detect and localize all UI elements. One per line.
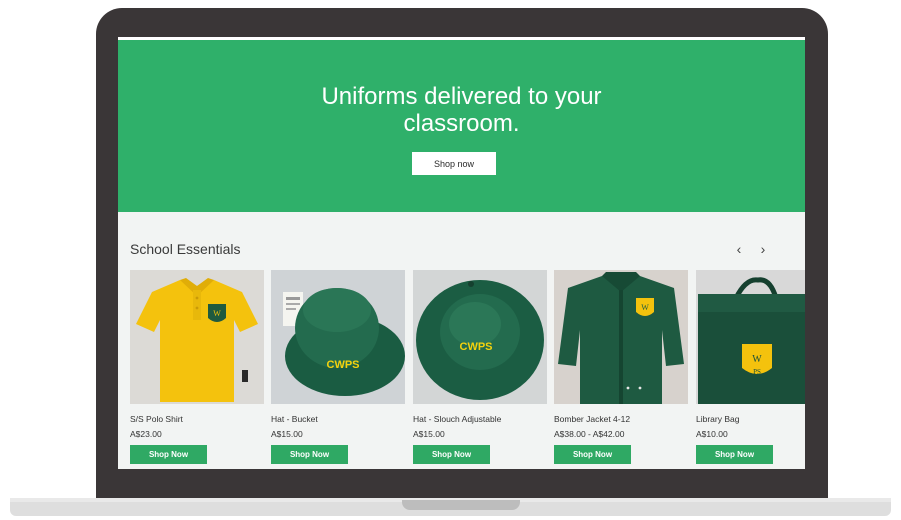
product-image-polo-shirt[interactable]: W bbox=[130, 270, 264, 404]
product-price: A$10.00 bbox=[696, 429, 728, 439]
product-carousel: W S/S Polo Shirt A$23.00 Shop Now CWPS H… bbox=[130, 270, 805, 469]
svg-text:W: W bbox=[752, 354, 762, 365]
laptop-notch bbox=[402, 500, 520, 510]
carousel-prev-icon[interactable]: ‹ bbox=[732, 241, 746, 257]
svg-text:PS: PS bbox=[753, 368, 761, 376]
hat-embroidery: CWPS bbox=[460, 341, 493, 353]
product-shop-now-button[interactable]: Shop Now bbox=[130, 445, 207, 464]
hat-embroidery: CWPS bbox=[327, 359, 360, 371]
product-image-slouch-hat[interactable]: CWPS bbox=[413, 270, 547, 404]
hero-title-line1: Uniforms delivered to your bbox=[321, 83, 602, 110]
product-shop-now-button[interactable]: Shop Now bbox=[271, 445, 348, 464]
product-card[interactable]: W PS Library Bag A$10.00 Shop Now bbox=[696, 270, 805, 464]
hero-banner: Uniforms delivered to your classroom. Sh… bbox=[118, 37, 805, 212]
product-name[interactable]: Hat - Slouch Adjustable bbox=[413, 414, 501, 424]
product-shop-now-button[interactable]: Shop Now bbox=[696, 445, 773, 464]
hero-title-line2: classroom. bbox=[403, 110, 520, 137]
product-name[interactable]: Bomber Jacket 4-12 bbox=[554, 414, 630, 424]
svg-text:W: W bbox=[641, 303, 649, 312]
product-shop-now-button[interactable]: Shop Now bbox=[554, 445, 631, 464]
hero-title: Uniforms delivered to your classroom. bbox=[118, 83, 805, 137]
product-price: A$15.00 bbox=[271, 429, 303, 439]
product-name[interactable]: Hat - Bucket bbox=[271, 414, 318, 424]
product-card[interactable]: CWPS Hat - Slouch Adjustable A$15.00 Sho… bbox=[413, 270, 547, 464]
svg-text:W: W bbox=[213, 309, 221, 318]
carousel-next-icon[interactable]: › bbox=[756, 241, 770, 257]
laptop-screen: Uniforms delivered to your classroom. Sh… bbox=[118, 37, 805, 469]
product-image-bomber-jacket[interactable]: W bbox=[554, 270, 688, 404]
product-image-bucket-hat[interactable]: CWPS bbox=[271, 270, 405, 404]
product-name[interactable]: Library Bag bbox=[696, 414, 739, 424]
product-card[interactable]: W Bomber Jacket 4-12 A$38.00 - A$42.00 S… bbox=[554, 270, 688, 464]
hero-shop-now-button[interactable]: Shop now bbox=[412, 152, 496, 175]
product-shop-now-button[interactable]: Shop Now bbox=[413, 445, 490, 464]
product-card[interactable]: W S/S Polo Shirt A$23.00 Shop Now bbox=[130, 270, 264, 464]
product-price: A$38.00 - A$42.00 bbox=[554, 429, 625, 439]
product-image-library-bag[interactable]: W PS bbox=[696, 270, 805, 404]
product-price: A$23.00 bbox=[130, 429, 162, 439]
product-name[interactable]: S/S Polo Shirt bbox=[130, 414, 183, 424]
product-card[interactable]: CWPS Hat - Bucket A$15.00 Shop Now bbox=[271, 270, 405, 464]
product-price: A$15.00 bbox=[413, 429, 445, 439]
section-title: School Essentials bbox=[130, 241, 241, 257]
